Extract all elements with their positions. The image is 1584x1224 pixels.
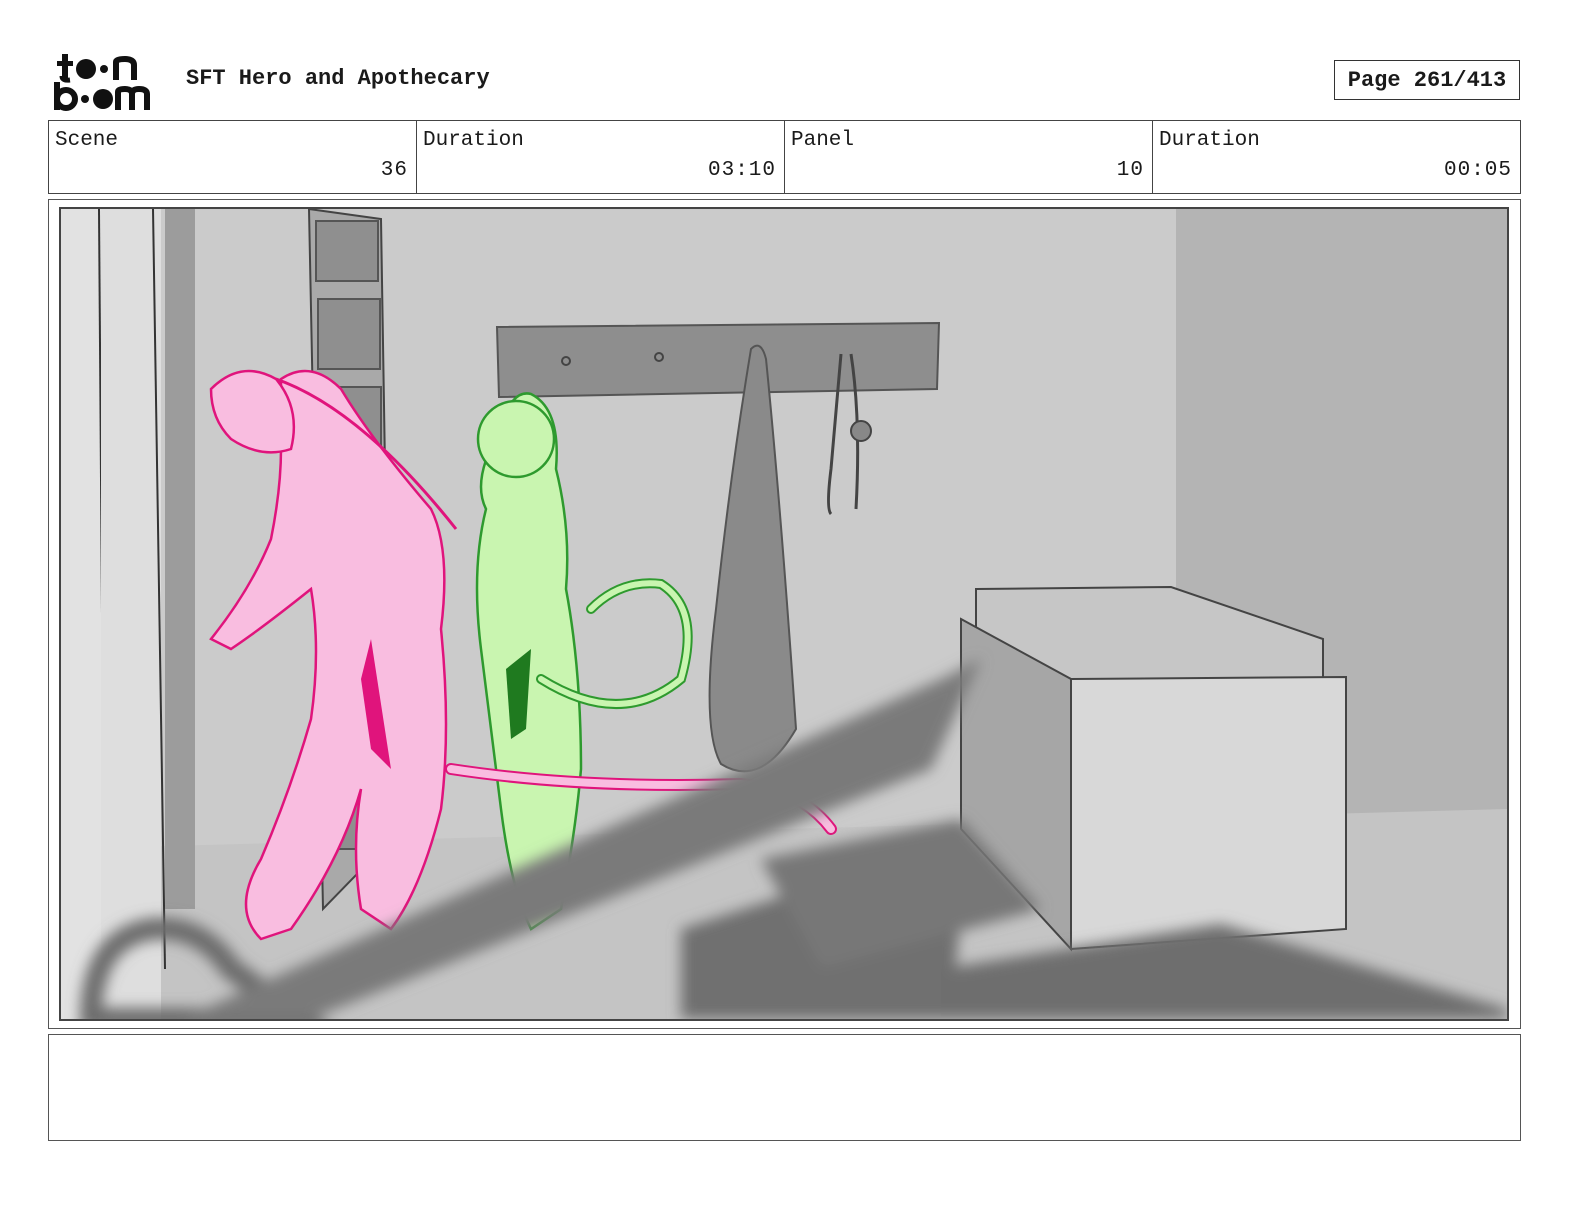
scene-label: Scene bbox=[55, 129, 119, 152]
panel-label: Panel bbox=[791, 129, 855, 152]
toonboom-logo bbox=[52, 52, 164, 112]
scene-duration-cell: Duration 03:10 bbox=[417, 121, 785, 193]
scene-duration-label: Duration bbox=[423, 129, 524, 152]
panel-value: 10 bbox=[1116, 159, 1144, 182]
scene-duration-value: 03:10 bbox=[707, 159, 776, 182]
storyboard-panel-frame bbox=[48, 199, 1521, 1029]
page-number: Page 261/413 bbox=[1334, 60, 1520, 100]
panel-duration-value: 00:05 bbox=[1443, 159, 1512, 182]
storyboard-panel-image bbox=[59, 207, 1509, 1021]
scene-info-row: Scene 36 Duration 03:10 Panel 10 Duratio… bbox=[48, 120, 1521, 194]
document-title: SFT Hero and Apothecary bbox=[186, 66, 490, 91]
exam-table-front bbox=[1070, 675, 1347, 951]
panel-notes-box bbox=[48, 1034, 1521, 1141]
door-edge bbox=[165, 209, 195, 909]
panel-duration-cell: Duration 00:05 bbox=[1153, 121, 1520, 193]
door-frame-left bbox=[61, 209, 101, 1019]
scene-cell: Scene 36 bbox=[49, 121, 417, 193]
coat-rack bbox=[495, 321, 941, 399]
panel-duration-label: Duration bbox=[1159, 129, 1260, 152]
panel-cell: Panel 10 bbox=[785, 121, 1153, 193]
scene-value: 36 bbox=[380, 159, 408, 182]
